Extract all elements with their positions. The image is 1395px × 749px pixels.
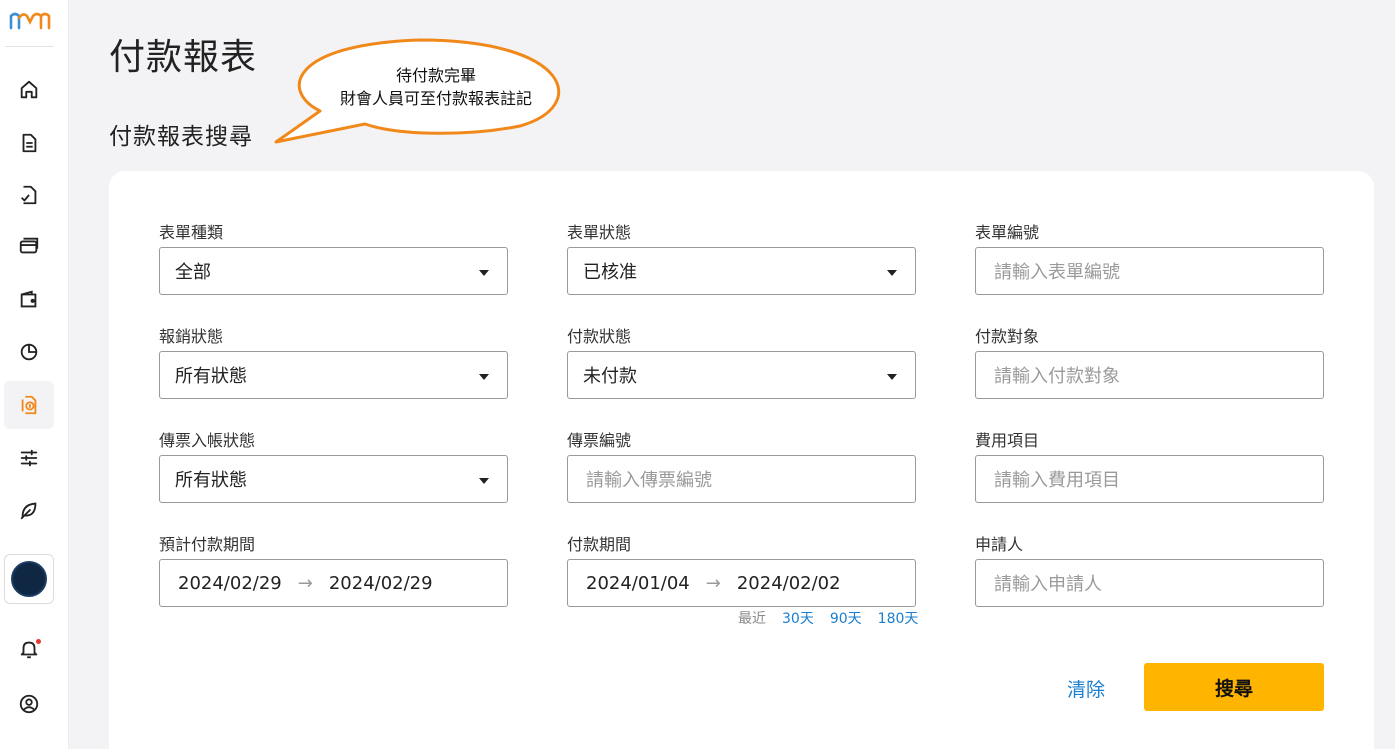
payee-input[interactable]: 請輸入付款對象 (975, 351, 1324, 399)
payment-report-icon (21, 395, 37, 415)
wallet-icon (20, 290, 37, 308)
form-number-placeholder: 請輸入表單編號 (994, 262, 1120, 283)
sidebar-item-documents[interactable] (4, 119, 54, 167)
voucher-status-value: 所有狀態 (175, 470, 247, 491)
quick-range-shortcuts: 最近 30天 90天 180天 (738, 608, 918, 628)
notification-dot (36, 639, 41, 644)
payment-period-start[interactable]: 2024/01/04 (586, 573, 690, 594)
expense-item-placeholder: 請輸入費用項目 (994, 470, 1120, 491)
caret-down-icon (479, 478, 489, 484)
expense-item-input[interactable]: 請輸入費用項目 (975, 455, 1324, 503)
clear-button[interactable]: 清除 (1048, 664, 1124, 712)
quick-range-30-days[interactable]: 30天 (782, 608, 814, 628)
sidebar-divider (5, 46, 54, 47)
credit-card-icon (19, 237, 39, 254)
sidebar-item-settings[interactable] (4, 434, 54, 482)
home-icon (20, 80, 38, 99)
applicant-label: 申請人 (975, 535, 1024, 554)
sliders-icon (20, 449, 38, 467)
payment-status-label: 付款狀態 (567, 327, 632, 346)
form-status-select[interactable]: 已核准 (567, 247, 916, 295)
sidebar (0, 0, 69, 749)
voucher-status-label: 傳票入帳狀態 (159, 431, 256, 450)
callout-line-2: 財會人員可至付款報表註記 (339, 89, 532, 108)
user-circle-icon (19, 694, 39, 714)
document-check-icon (21, 185, 37, 205)
payment-period-range[interactable]: 2024/01/04 → 2024/02/02 (567, 559, 916, 607)
voucher-number-input[interactable]: 請輸入傳票編號 (567, 455, 916, 503)
payee-label: 付款對象 (975, 327, 1040, 346)
reimburse-status-value: 所有狀態 (175, 366, 247, 387)
expense-item-label: 費用項目 (975, 431, 1040, 450)
form-type-label: 表單種類 (159, 223, 224, 242)
pie-chart-icon (20, 343, 38, 361)
sidebar-item-approvals[interactable] (4, 171, 54, 219)
form-status-label: 表單狀態 (567, 223, 632, 242)
caret-down-icon (479, 374, 489, 380)
document-icon (22, 133, 37, 153)
form-type-value: 全部 (175, 262, 211, 283)
expected-period-end[interactable]: 2024/02/29 (329, 573, 433, 594)
expected-period-range[interactable]: 2024/02/29 → 2024/02/29 (159, 559, 508, 607)
sidebar-item-payment-report[interactable] (4, 381, 54, 429)
sidebar-item-home[interactable] (4, 66, 54, 114)
payment-status-value: 未付款 (583, 366, 637, 387)
callout-line-1: 待付款完畢 (395, 66, 476, 85)
callout-text: 待付款完畢 財會人員可至付款報表註記 (300, 64, 572, 110)
payee-placeholder: 請輸入付款對象 (994, 366, 1120, 387)
voucher-status-select[interactable]: 所有狀態 (159, 455, 508, 503)
app-logo[interactable] (9, 10, 51, 32)
caret-down-icon (887, 374, 897, 380)
expected-period-start[interactable]: 2024/02/29 (178, 573, 282, 594)
applicant-input[interactable]: 請輸入申請人 (975, 559, 1324, 607)
quick-range-180-days[interactable]: 180天 (878, 608, 919, 628)
organization-switcher[interactable] (4, 554, 54, 604)
voucher-number-label: 傳票編號 (567, 431, 632, 450)
caret-down-icon (479, 270, 489, 276)
leaf-icon (20, 502, 37, 520)
form-number-input[interactable]: 請輸入表單編號 (975, 247, 1324, 295)
organization-avatar (11, 561, 47, 597)
arrow-right-icon: → (705, 572, 721, 594)
sidebar-item-profile[interactable] (4, 680, 54, 728)
reimburse-status-select[interactable]: 所有狀態 (159, 351, 508, 399)
form-number-label: 表單編號 (975, 223, 1040, 242)
applicant-placeholder: 請輸入申請人 (994, 574, 1102, 595)
expected-period-label: 預計付款期間 (159, 535, 256, 554)
sidebar-item-sustainability[interactable] (4, 486, 54, 534)
payment-period-label: 付款期間 (567, 535, 632, 554)
form-status-value: 已核准 (583, 262, 637, 283)
sidebar-item-cards[interactable] (4, 222, 54, 270)
sidebar-item-wallet[interactable] (4, 276, 54, 324)
payment-period-end[interactable]: 2024/02/02 (737, 573, 841, 594)
search-button[interactable]: 搜尋 (1144, 663, 1324, 711)
form-type-select[interactable]: 全部 (159, 247, 508, 295)
quick-range-prefix: 最近 (738, 611, 766, 627)
caret-down-icon (887, 270, 897, 276)
voucher-number-placeholder: 請輸入傳票編號 (586, 470, 712, 491)
arrow-right-icon: → (297, 572, 313, 594)
payment-status-select[interactable]: 未付款 (567, 351, 916, 399)
sidebar-item-reports[interactable] (4, 328, 54, 376)
quick-range-90-days[interactable]: 90天 (830, 608, 862, 628)
reimburse-status-label: 報銷狀態 (159, 327, 224, 346)
section-title: 付款報表搜尋 (109, 124, 253, 150)
page-title: 付款報表 (109, 37, 258, 78)
sidebar-item-notifications[interactable] (4, 625, 54, 673)
